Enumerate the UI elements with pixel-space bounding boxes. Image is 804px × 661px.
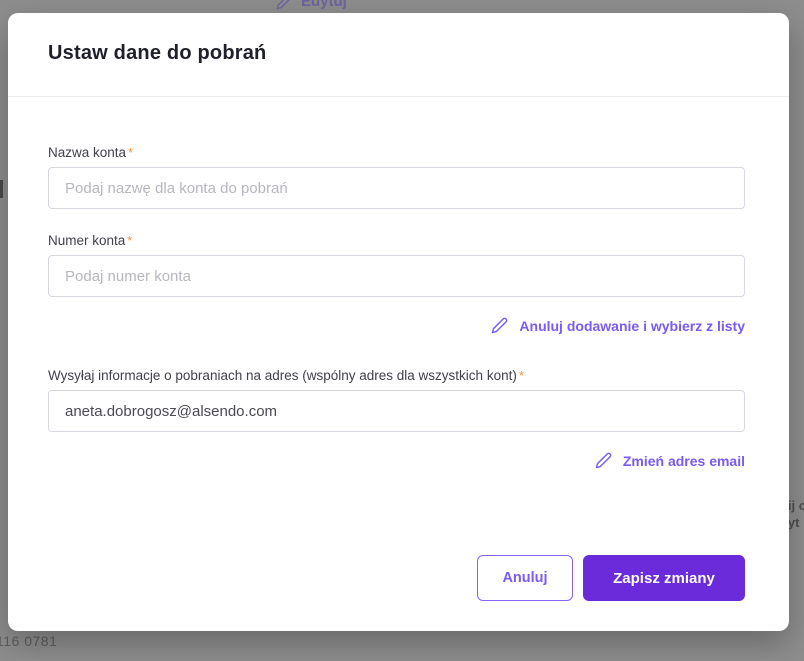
account-name-field: Nazwa konta * xyxy=(48,145,745,209)
email-field: Wysyłaj informacje o pobraniach na adres… xyxy=(48,368,745,432)
screen: Edytuj 116 0781 ij c yt Ustaw dane do po… xyxy=(0,0,804,661)
required-asterisk: * xyxy=(127,233,133,248)
required-asterisk: * xyxy=(518,368,524,383)
change-email-link-label: Zmień adres email xyxy=(622,452,745,469)
required-asterisk: * xyxy=(128,145,134,160)
account-number-field: Numer konta * xyxy=(48,233,745,297)
background-right-text-fragment: ij c yt xyxy=(788,497,804,531)
email-input[interactable] xyxy=(48,390,745,432)
account-number-label: Numer konta * xyxy=(48,233,745,248)
background-right-line-1: ij c xyxy=(787,498,804,513)
change-email-link[interactable]: Zmień adres email xyxy=(595,452,745,469)
email-label-text: Wysyłaj informacje o pobraniach na adres… xyxy=(48,368,517,383)
cancel-add-link-row: Anuluj dodawanie i wybierz z listy xyxy=(48,317,745,334)
modal-body: Nazwa konta* Numer konta* Anuluj dodawan… xyxy=(8,97,789,601)
background-edit-link-label: Edytuj xyxy=(301,0,347,10)
account-number-input[interactable] xyxy=(48,255,745,297)
background-right-line-2: yt xyxy=(787,515,800,530)
account-name-label-text: Nazwa konta xyxy=(48,145,127,160)
cancel-add-link-label: Anuluj dodawanie i wybierz z listy xyxy=(519,317,745,334)
account-number-label-text: Numer konta xyxy=(48,233,126,248)
background-edit-link: Edytuj xyxy=(276,0,347,10)
save-button[interactable]: Zapisz zmiany xyxy=(583,555,745,601)
pencil-icon xyxy=(276,0,290,9)
modal-footer: Anuluj Zapisz zmiany xyxy=(48,555,745,601)
background-account-number-fragment: 116 0781 xyxy=(0,633,58,649)
modal-header: Ustaw dane do pobrań xyxy=(8,13,789,65)
email-label: Wysyłaj informacje o pobraniach na adres… xyxy=(48,368,745,383)
account-name-label: Nazwa konta * xyxy=(48,145,745,160)
pencil-icon xyxy=(595,452,612,469)
change-email-link-row: Zmień adres email xyxy=(48,452,745,469)
modal-title: Ustaw dane do pobrań xyxy=(48,42,267,64)
cancel-add-link[interactable]: Anuluj dodawanie i wybierz z listy xyxy=(491,317,745,334)
background-left-text-fragment xyxy=(0,180,3,198)
cancel-button[interactable]: Anuluj xyxy=(477,555,573,601)
account-name-input[interactable] xyxy=(48,167,745,209)
pencil-icon xyxy=(492,317,508,334)
download-settings-modal: Ustaw dane do pobrań Nazwa konta* Numer … xyxy=(8,13,789,631)
